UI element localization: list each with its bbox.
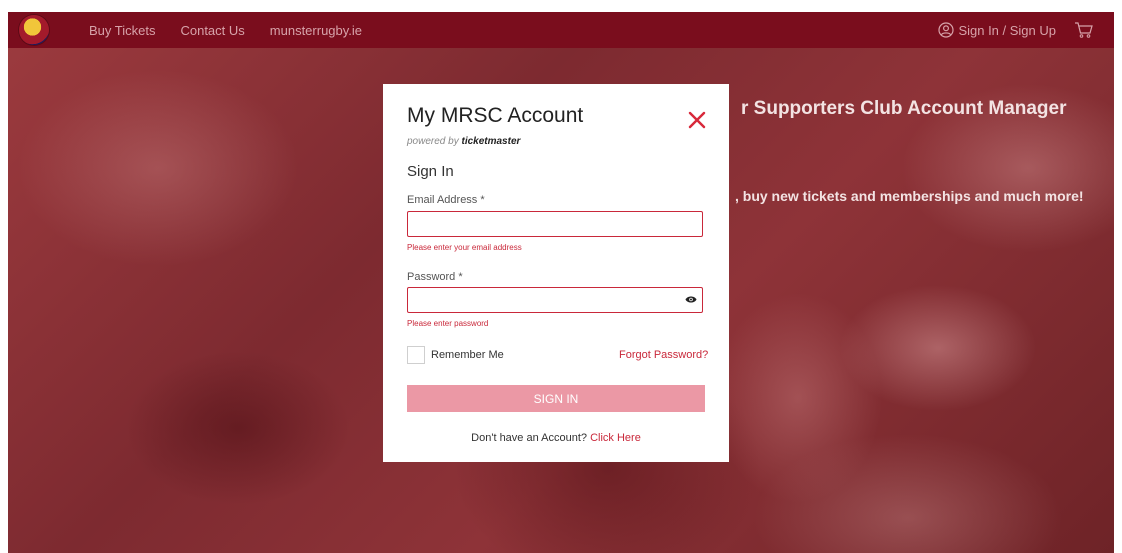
- nav-link-contact-us[interactable]: Contact Us: [180, 23, 244, 38]
- sign-in-button[interactable]: SIGN IN: [407, 385, 705, 412]
- password-error: Please enter password: [407, 319, 489, 328]
- user-icon[interactable]: [938, 22, 955, 38]
- email-input[interactable]: [407, 211, 703, 237]
- sign-in-sign-up-link[interactable]: Sign In / Sign Up: [958, 23, 1056, 38]
- munster-logo[interactable]: [19, 15, 49, 45]
- cart-icon[interactable]: [1074, 21, 1094, 39]
- remember-me-checkbox[interactable]: [407, 346, 425, 364]
- remember-me-label: Remember Me: [431, 349, 504, 361]
- eye-icon[interactable]: [685, 295, 697, 304]
- email-label: Email Address *: [407, 194, 485, 206]
- top-nav: Buy Tickets Contact Us munsterrugby.ie S…: [8, 12, 1114, 48]
- nav-link-buy-tickets[interactable]: Buy Tickets: [89, 23, 155, 38]
- hero-title: r Supporters Club Account Manager: [741, 98, 1067, 119]
- signin-modal: My MRSC Account powered by ticketmaster …: [383, 84, 729, 462]
- modal-title: My MRSC Account: [407, 104, 584, 127]
- forgot-password-link[interactable]: Forgot Password?: [619, 349, 708, 361]
- nav-link-munsterrugby[interactable]: munsterrugby.ie: [270, 23, 362, 38]
- powered-by: powered by ticketmaster: [407, 136, 520, 147]
- click-here-link[interactable]: Click Here: [590, 432, 641, 444]
- password-label: Password *: [407, 271, 463, 283]
- ticketmaster-brand: ticketmaster: [461, 136, 521, 147]
- page-frame: Buy Tickets Contact Us munsterrugby.ie S…: [8, 12, 1114, 553]
- password-input[interactable]: [407, 287, 703, 313]
- hero-subtitle: , buy new tickets and memberships and mu…: [735, 188, 1084, 204]
- powered-prefix: powered by: [407, 136, 459, 147]
- no-account-text: Don't have an Account?: [471, 432, 588, 444]
- section-heading: Sign In: [407, 163, 454, 180]
- nav-right: Sign In / Sign Up: [938, 21, 1094, 39]
- email-error: Please enter your email address: [407, 243, 522, 252]
- no-account-row: Don't have an Account? Click Here: [383, 432, 729, 444]
- close-icon[interactable]: [688, 111, 706, 129]
